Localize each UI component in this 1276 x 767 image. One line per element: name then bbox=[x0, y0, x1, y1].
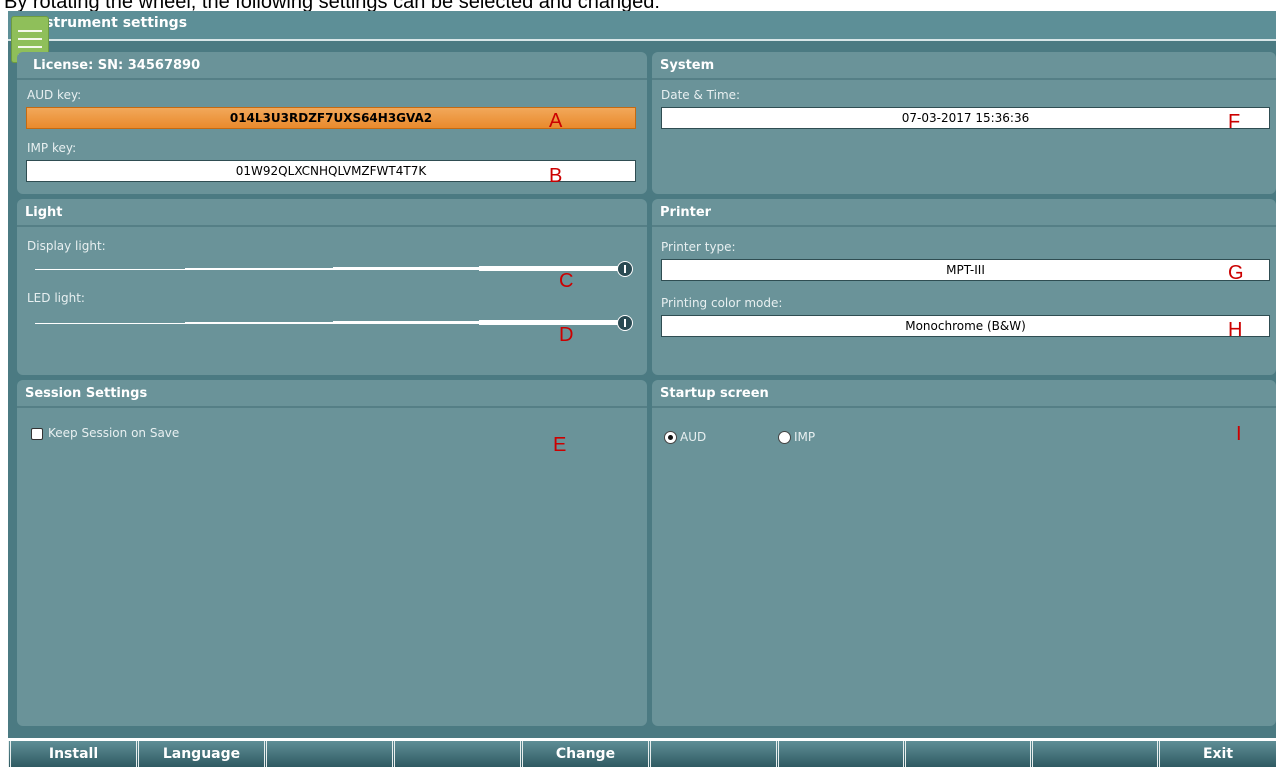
keep-session-checkbox[interactable] bbox=[31, 428, 43, 440]
annotation-f: F bbox=[1228, 111, 1241, 133]
aud-key-field[interactable]: 014L3U3RDZF7UXS64H3GVA2 bbox=[26, 107, 636, 129]
annotation-i: I bbox=[1236, 423, 1242, 445]
led-light-knob[interactable] bbox=[617, 315, 633, 331]
exit-button[interactable]: Exit bbox=[1157, 741, 1276, 767]
annotation-a: A bbox=[549, 110, 563, 132]
function-key-7[interactable] bbox=[776, 741, 903, 767]
light-panel: Light Display light: C LED light: D bbox=[17, 199, 647, 375]
radio-imp[interactable] bbox=[778, 431, 791, 444]
annotation-b: B bbox=[549, 165, 563, 187]
keep-session-label[interactable]: Keep Session on Save bbox=[48, 426, 179, 440]
function-key-bar: Install Language Change Exit bbox=[8, 738, 1276, 767]
system-header: System bbox=[652, 52, 1276, 80]
annotation-g: G bbox=[1228, 262, 1244, 284]
window-title: Instrument settings bbox=[30, 15, 188, 31]
annotation-h: H bbox=[1228, 319, 1243, 341]
session-panel: Session Settings Keep Session on Save E bbox=[17, 380, 647, 726]
annotation-d: D bbox=[559, 324, 574, 346]
instrument-settings-screen: Instrument settings License: SN: 3456789… bbox=[8, 11, 1276, 767]
aud-key-label: AUD key: bbox=[27, 88, 82, 102]
function-key-9[interactable] bbox=[1030, 741, 1157, 767]
radio-imp-label[interactable]: IMP bbox=[794, 430, 815, 444]
function-key-8[interactable] bbox=[903, 741, 1030, 767]
printer-type-field[interactable]: MPT-III bbox=[661, 259, 1270, 281]
title-bar: Instrument settings bbox=[8, 11, 1276, 41]
startup-header: Startup screen bbox=[652, 380, 1276, 408]
language-button[interactable]: Language bbox=[136, 741, 264, 767]
imp-key-label: IMP key: bbox=[27, 141, 77, 155]
datetime-label: Date & Time: bbox=[661, 88, 741, 102]
light-header: Light bbox=[17, 199, 647, 227]
led-light-label: LED light: bbox=[27, 291, 85, 305]
change-button[interactable]: Change bbox=[520, 741, 648, 767]
annotation-e: E bbox=[553, 434, 567, 456]
radio-aud-label[interactable]: AUD bbox=[680, 430, 706, 444]
function-key-4[interactable] bbox=[392, 741, 520, 767]
display-light-label: Display light: bbox=[27, 239, 106, 253]
imp-key-field[interactable]: 01W92QLXCNHQLVMZFWT4T7K bbox=[26, 160, 636, 182]
display-light-slider[interactable] bbox=[35, 261, 635, 277]
license-panel: License: SN: 34567890 AUD key: 014L3U3RD… bbox=[17, 52, 647, 194]
datetime-field[interactable]: 07-03-2017 15:36:36 bbox=[661, 107, 1270, 129]
system-panel: System Date & Time: 07-03-2017 15:36:36 … bbox=[652, 52, 1276, 194]
printing-color-label: Printing color mode: bbox=[661, 296, 783, 310]
printer-type-label: Printer type: bbox=[661, 240, 736, 254]
install-button[interactable]: Install bbox=[8, 741, 136, 767]
annotation-c: C bbox=[559, 270, 574, 292]
display-light-knob[interactable] bbox=[617, 261, 633, 277]
session-header: Session Settings bbox=[17, 380, 647, 408]
radio-aud[interactable] bbox=[664, 431, 677, 444]
led-light-slider[interactable] bbox=[35, 315, 635, 331]
printer-header: Printer bbox=[652, 199, 1276, 227]
license-header: License: SN: 34567890 bbox=[17, 52, 647, 80]
function-key-3[interactable] bbox=[264, 741, 392, 767]
printer-panel: Printer Printer type: MPT-III G Printing… bbox=[652, 199, 1276, 375]
function-key-6[interactable] bbox=[648, 741, 776, 767]
printing-color-field[interactable]: Monochrome (B&W) bbox=[661, 315, 1270, 337]
startup-panel: Startup screen AUD IMP I bbox=[652, 380, 1276, 726]
